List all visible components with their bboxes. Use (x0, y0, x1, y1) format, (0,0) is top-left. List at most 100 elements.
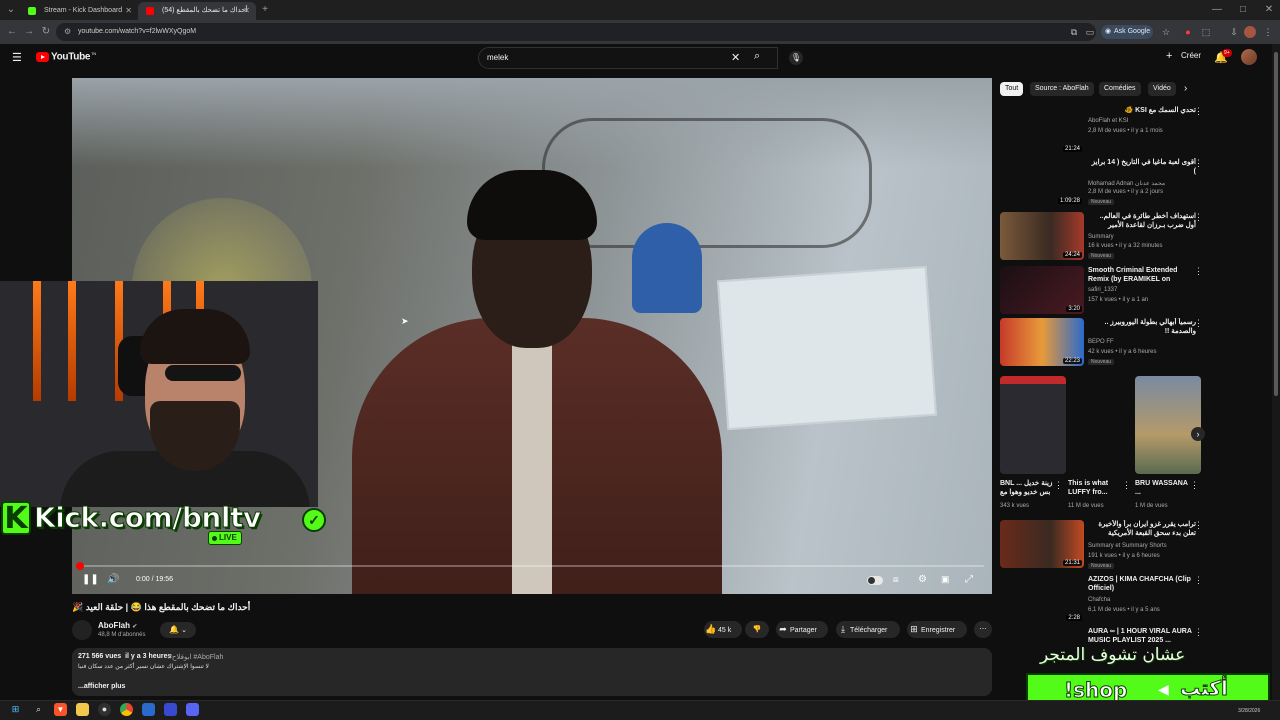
miniplayer-icon[interactable]: ▣ (941, 574, 950, 585)
video-thumbnail[interactable]: 1:09:28 (1000, 158, 1084, 206)
video-thumbnail[interactable]: 22:23 (1000, 318, 1084, 366)
chrome-icon[interactable] (120, 703, 133, 716)
subscribed-bell-button[interactable]: 🔔 ⌄ (160, 622, 196, 638)
more-options-icon[interactable]: ⋮ (1194, 520, 1203, 531)
recommended-video[interactable]: 21:24 تحدي السمك مع KSI 🐠 AboFlah et KSI… (1000, 106, 1210, 156)
more-actions-button[interactable]: ⋯ (974, 621, 992, 638)
recommended-video[interactable]: 3:20 Smooth Criminal Extended Remix (by … (1000, 266, 1210, 314)
discord-icon[interactable] (186, 703, 199, 716)
more-options-icon[interactable]: ⋮ (1194, 575, 1203, 586)
recommended-video[interactable]: AURA ∞ | 1 HOUR VIRAL AURA MUSIC PLAYLIS… (1000, 627, 1210, 647)
channel-name[interactable]: AboFlah ✔ (98, 621, 137, 630)
short-title[interactable]: This is what LUFFY fro... (1068, 479, 1128, 497)
profile-icon[interactable] (1244, 26, 1256, 38)
progress-bar[interactable] (80, 565, 984, 567)
create-plus-icon[interactable]: + (1166, 50, 1172, 62)
short-title[interactable]: BRU WASSANA ... (1135, 479, 1191, 497)
search-icon[interactable]: ⌕ (754, 50, 760, 63)
tab-search-icon[interactable]: ⌄ (4, 3, 18, 17)
extension-record-icon[interactable]: ● (1182, 26, 1194, 38)
settings-gear-icon[interactable]: ⚙ (918, 574, 927, 585)
dislike-button[interactable]: 👎 (745, 621, 769, 638)
more-options-icon[interactable]: ⋮ (1194, 158, 1203, 169)
channel-name[interactable]: safiri_1337 (1088, 287, 1117, 293)
short-thumbnail[interactable] (1000, 376, 1066, 474)
video-thumbnail[interactable]: 2:28 (1000, 575, 1084, 623)
recommended-video[interactable]: 1:09:28 أقوى لعبة ماغيا في التاريخ ( 14 … (1000, 158, 1210, 210)
more-options-icon[interactable]: ⋮ (1054, 480, 1063, 491)
hamburger-menu-icon[interactable]: ☰ (12, 51, 22, 64)
recommended-video[interactable]: 21:31 ترامب يقرر غزو ايران براً والأخيرة… (1000, 520, 1210, 570)
close-tab-icon[interactable]: ✕ (243, 2, 250, 20)
tab-youtube[interactable]: (54) أحداك ما تضحك بالمقطع ✕ (138, 2, 256, 20)
channel-name[interactable]: Mohamad Adnan محمد عدنان (1088, 180, 1165, 187)
site-info-icon[interactable]: ⚙ (64, 23, 71, 41)
cast-icon[interactable]: ▭ (1084, 26, 1096, 38)
short-title[interactable]: BNL زينة خديل ... بس خديو وهوا مع (1000, 479, 1060, 497)
save-button[interactable]: ⊞ Enregistrer (907, 621, 967, 638)
browser-menu-icon[interactable]: ⋮ (1262, 26, 1274, 38)
extensions-icon[interactable]: ⬚ (1200, 26, 1212, 38)
file-explorer-icon[interactable] (76, 703, 89, 716)
voice-search-icon[interactable]: 🎙 (789, 51, 803, 65)
pause-icon[interactable]: ❚❚ (82, 574, 99, 585)
volume-icon[interactable]: 🔊 (107, 574, 119, 585)
recommended-video[interactable]: 2:28 AZIZOS | KIMA CHAFCHA (Clip Officie… (1000, 575, 1210, 623)
close-window-icon[interactable]: ✕ (1262, 3, 1276, 17)
maximize-icon[interactable]: □ (1236, 3, 1250, 17)
progress-scrubber[interactable] (76, 562, 84, 570)
url-input[interactable]: ⚙ youtube.com/watch?v=f2lwWXyQgoM (56, 23, 1096, 41)
close-tab-icon[interactable]: ✕ (125, 2, 132, 20)
video-thumbnail[interactable]: 24:24 (1000, 212, 1084, 260)
share-button[interactable]: ➦ Partager (776, 621, 828, 638)
youtube-logo-icon[interactable] (36, 52, 49, 62)
video-title[interactable]: تحدي السمك مع KSI 🐠 (1088, 106, 1196, 115)
more-options-icon[interactable]: ⋮ (1122, 480, 1131, 491)
more-options-icon[interactable]: ⋮ (1194, 318, 1203, 329)
forward-icon[interactable]: → (22, 25, 36, 39)
like-button[interactable]: 👍45 k (704, 621, 742, 638)
taskbar-search-icon[interactable]: ⌕ (32, 703, 45, 716)
tab-kick-dashboard[interactable]: Stream - Kick Dashboard ✕ (20, 2, 138, 20)
chip-next-chevron-icon[interactable]: › (1184, 83, 1187, 94)
back-icon[interactable]: ← (5, 25, 19, 39)
shorts-next-chevron-icon[interactable]: › (1191, 427, 1205, 441)
video-title[interactable]: AURA ∞ | 1 HOUR VIRAL AURA MUSIC PLAYLIS… (1088, 627, 1196, 645)
channel-name[interactable]: AboFlah et KSI (1088, 118, 1128, 124)
obs-icon[interactable]: ● (98, 703, 111, 716)
youtube-logo-text[interactable]: YouTubeTN (51, 51, 96, 62)
channel-avatar[interactable] (72, 620, 92, 640)
brave-browser-icon[interactable]: ▼ (54, 703, 67, 716)
scrollbar-thumb[interactable] (1274, 52, 1278, 396)
channel-name[interactable]: Summary et Summary Shorts (1088, 543, 1167, 549)
more-options-icon[interactable]: ⋮ (1190, 480, 1199, 491)
more-options-icon[interactable]: ⋮ (1194, 212, 1203, 223)
fullscreen-icon[interactable]: ⤢ (965, 574, 973, 585)
account-avatar[interactable] (1241, 49, 1257, 65)
recommended-video[interactable]: 22:23 رسمياً أبهالي بطولة اليوروبيرز .. … (1000, 318, 1210, 368)
video-title[interactable]: AZIZOS | KIMA CHAFCHA (Clip Officiel) (1088, 575, 1196, 593)
subtitles-icon[interactable]: ⧈ (893, 574, 899, 585)
show-more-link[interactable]: ...afficher plus (78, 683, 125, 690)
chip-source[interactable]: Source : AboFlah (1030, 82, 1094, 96)
clear-search-icon[interactable]: ✕ (731, 51, 740, 64)
reload-icon[interactable]: ↻ (39, 25, 53, 39)
windows-start-icon[interactable]: ⊞ (9, 703, 22, 716)
new-tab-icon[interactable]: + (258, 3, 272, 17)
autoplay-toggle[interactable] (867, 576, 883, 585)
more-options-icon[interactable]: ⋮ (1194, 266, 1203, 277)
video-title[interactable]: رسمياً أبهالي بطولة اليوروبيرز .. والصدم… (1088, 318, 1197, 336)
app-icon[interactable] (164, 703, 177, 716)
chip-video[interactable]: Vidéo (1148, 82, 1176, 96)
chip-all[interactable]: Tout (1000, 82, 1024, 96)
download-button[interactable]: ⤓ Télécharger (836, 621, 900, 638)
short-thumbnail[interactable] (1135, 376, 1201, 474)
create-button[interactable]: Créer (1181, 51, 1201, 60)
downloads-icon[interactable]: ⇩ (1228, 26, 1240, 38)
minimize-icon[interactable]: — (1210, 3, 1224, 17)
video-thumbnail[interactable]: 21:31 (1000, 520, 1084, 568)
description-hashtags[interactable]: #ابوفلاح #AboFlah (168, 653, 223, 661)
video-title[interactable]: استهداف أخطر طائرة في العالم.. أول ضرب ب… (1088, 212, 1196, 230)
more-options-icon[interactable]: ⋮ (1194, 627, 1203, 638)
video-thumbnail[interactable]: 21:24 (1000, 106, 1084, 154)
